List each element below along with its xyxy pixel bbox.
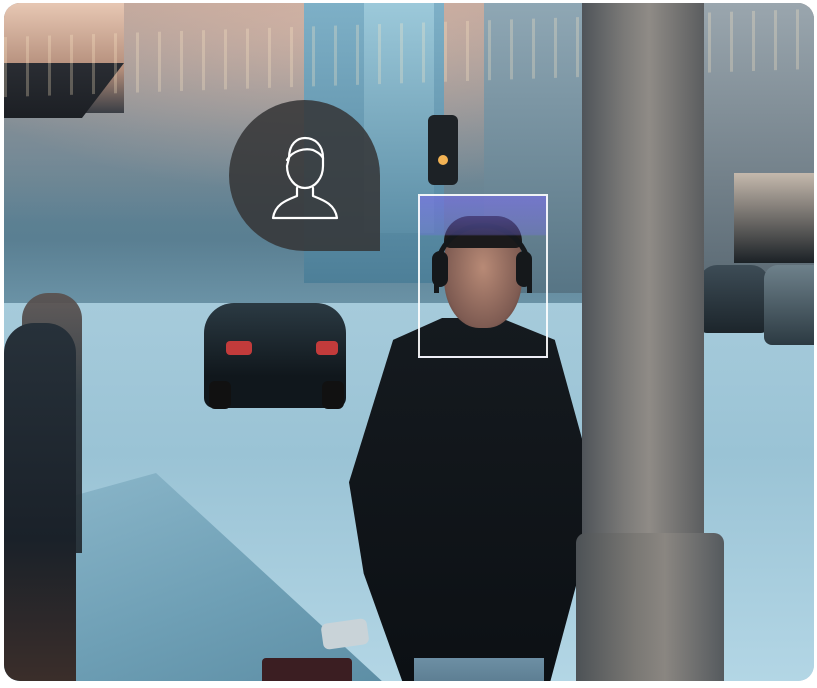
shopping-bag (262, 658, 352, 681)
pedestrian-foreground-left (4, 323, 76, 681)
car-tail-light-right (316, 341, 338, 355)
car-wheel-right (322, 381, 344, 409)
avatar-bubble (229, 100, 380, 251)
man-coat (349, 318, 594, 681)
street-scene (4, 3, 814, 681)
man-jeans (414, 658, 544, 681)
parked-car-right (699, 265, 769, 333)
user-icon (271, 136, 339, 220)
parked-car-far-right (764, 265, 814, 345)
traffic-light (428, 115, 458, 185)
car-wheel-left (209, 381, 231, 409)
face-detection-box (418, 194, 548, 358)
storefront-right (734, 173, 814, 263)
car-tail-light-left (226, 341, 252, 355)
pillar-base (576, 533, 724, 681)
street-photo (4, 3, 814, 681)
